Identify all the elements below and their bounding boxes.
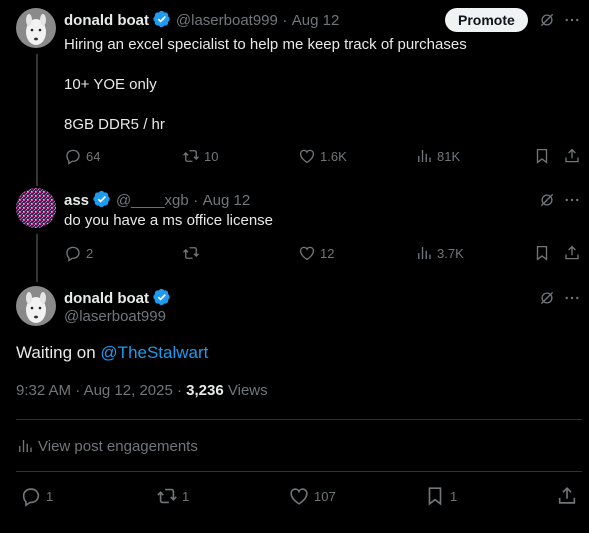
separator-dot: · [282,12,288,29]
bookmark-button[interactable] [533,244,551,262]
repost-icon [156,485,178,507]
views-button[interactable]: 81K [415,147,460,165]
verified-icon [153,288,171,306]
thread-line [36,234,38,282]
reply-icon [64,244,82,262]
handle[interactable]: @laserboat999 [64,308,166,325]
post-time[interactable]: 9:32 AM [16,382,71,399]
views-icon [415,147,433,165]
main-tweet-text: Waiting on @TheStalwart [16,343,208,363]
like-icon [298,244,316,262]
tweet-header: ass @____xgb · Aug 12 [64,190,250,210]
reply-button[interactable]: 2 [64,244,93,262]
separator-dot: · [75,382,81,399]
view-engagements-link[interactable]: View post engagements [16,437,198,455]
bookmark-count: 1 [450,488,458,504]
display-name[interactable]: ass [64,192,89,209]
post-date[interactable]: Aug 12 [203,192,251,209]
engagements-label: View post engagements [38,437,198,455]
repost-count: 10 [204,148,219,164]
more-icon[interactable] [563,289,581,312]
more-icon[interactable] [563,11,581,34]
share-icon [563,244,581,262]
bookmark-button[interactable] [533,147,551,165]
divider [16,471,582,472]
views-label: Views [227,382,268,399]
display-name[interactable]: donald boat [64,290,149,307]
reply-count: 1 [46,488,54,504]
reply-count: 2 [86,245,94,261]
share-button[interactable] [563,244,581,262]
like-count: 1.6K [320,148,347,164]
separator-dot: · [193,192,199,209]
post-date[interactable]: Aug 12 [292,12,340,29]
share-button[interactable] [563,147,581,165]
reply-count: 64 [86,148,101,164]
more-icon[interactable] [563,191,581,214]
like-button[interactable]: 12 [298,244,334,262]
views-count: 81K [437,148,461,164]
like-count: 12 [320,245,335,261]
handle[interactable]: @laserboat999 [176,12,278,29]
share-button[interactable] [556,485,578,507]
verified-icon [93,190,111,208]
repost-icon [182,147,200,165]
repost-button[interactable]: 10 [182,147,218,165]
separator-dot: · [176,382,182,399]
avatar[interactable] [16,188,56,228]
verified-icon [153,10,171,28]
text-prefix: Waiting on [16,343,101,362]
views-total: 3,236 [186,382,224,399]
share-icon [563,147,581,165]
views-button[interactable]: 3.7K [415,244,464,262]
post-full-date[interactable]: Aug 12, 2025 [84,382,173,399]
bookmark-icon [533,147,551,165]
repost-button[interactable]: 1 [156,485,189,507]
handle[interactable]: @____xgb [116,192,189,209]
grok-icon[interactable] [538,11,556,34]
bookmark-icon [424,485,446,507]
like-count: 107 [314,488,336,504]
promote-button[interactable]: Promote [445,8,528,32]
avatar[interactable] [16,8,56,48]
tweet-text-line-2: 10+ YOE only [64,76,157,93]
tweet-text-line-3: 8GB DDR5 / hr [64,116,165,133]
reply-button[interactable]: 64 [64,147,100,165]
like-button[interactable]: 107 [288,485,336,507]
like-button[interactable]: 1.6K [298,147,347,165]
repost-button[interactable] [182,244,204,262]
avatar[interactable] [16,286,56,326]
thread-line [36,54,38,186]
views-icon [16,437,34,455]
like-icon [298,147,316,165]
bookmark-icon [533,244,551,262]
reply-icon [20,485,42,507]
share-icon [556,485,578,507]
views-icon [415,244,433,262]
author-name-row: donald boat [64,288,171,308]
grok-icon[interactable] [538,191,556,214]
bookmark-button[interactable]: 1 [424,485,457,507]
reply-button[interactable]: 1 [20,485,53,507]
post-meta: 9:32 AM · Aug 12, 2025 · 3,236 Views [16,382,268,399]
tweet-header: donald boat @laserboat999 · Aug 12 [64,10,339,30]
like-icon [288,485,310,507]
views-count: 3.7K [437,245,464,261]
repost-count: 1 [182,488,190,504]
tweet-text: do you have a ms office license [64,212,274,229]
divider [16,419,582,420]
reply-icon [64,147,82,165]
mention-link[interactable]: @TheStalwart [100,343,208,362]
tweet-text-line-1: Hiring an excel specialist to help me ke… [64,36,467,53]
repost-icon [182,244,200,262]
grok-icon[interactable] [538,289,556,312]
display-name[interactable]: donald boat [64,12,149,29]
